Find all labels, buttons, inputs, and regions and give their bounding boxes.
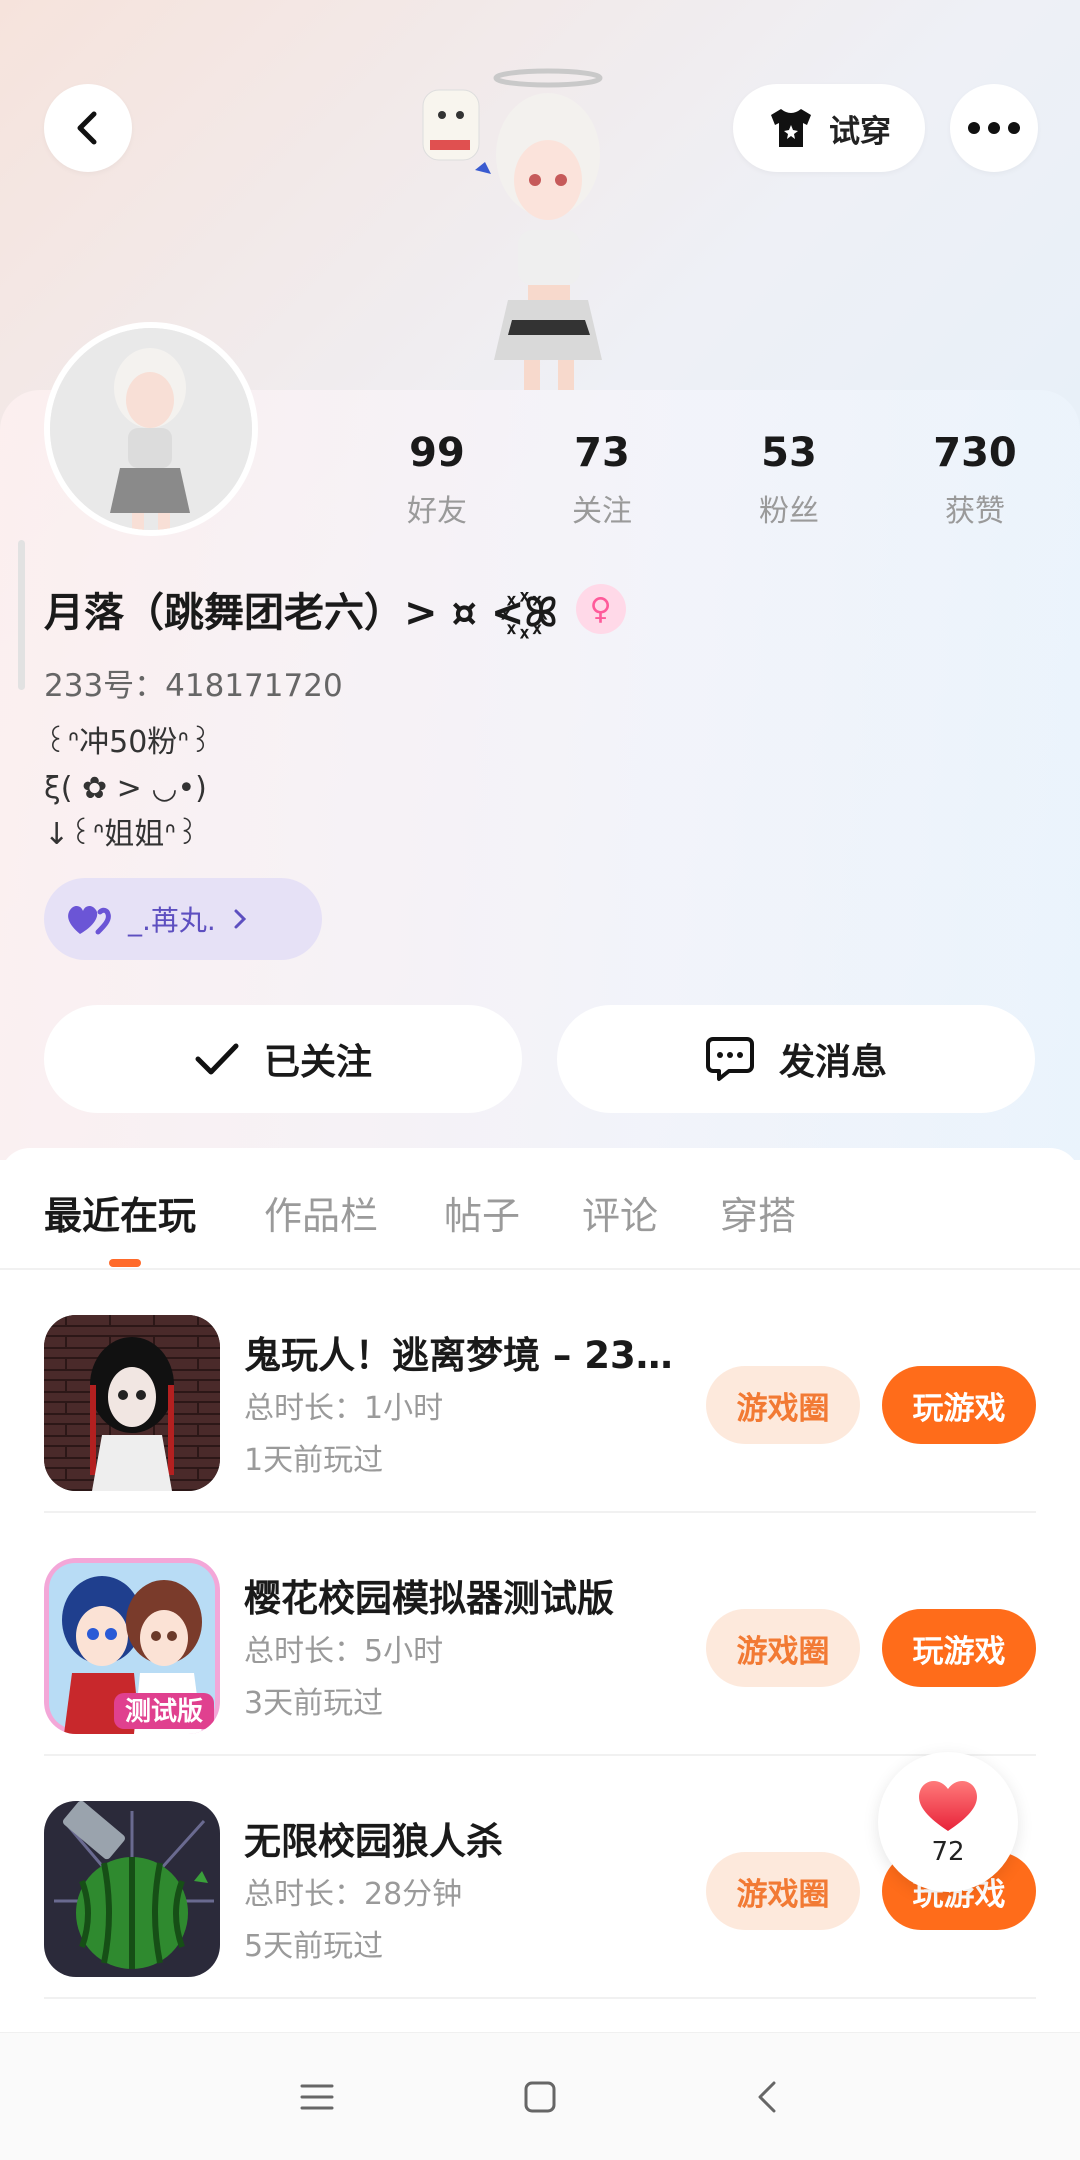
game-circle-button[interactable]: 游戏圈 (706, 1366, 860, 1444)
system-back-button[interactable] (743, 2073, 791, 2121)
tshirt-icon (771, 109, 811, 147)
game-circle-button[interactable]: 游戏圈 (706, 1609, 860, 1687)
floating-like-button[interactable]: 72 (878, 1752, 1018, 1892)
stat-friends[interactable]: 99 好友 (362, 430, 512, 530)
friend-tag-label: _.苒丸. (128, 904, 216, 937)
more-dots-icon (968, 122, 1020, 134)
game-duration: 总时长：5小时 (244, 1634, 444, 1669)
game-last-played: 5天前玩过 (244, 1929, 384, 1964)
heart-icon (919, 1780, 977, 1831)
game-duration: 总时长：28分钟 (244, 1877, 463, 1912)
game-last-played: 1天前玩过 (244, 1443, 384, 1478)
user-id: 233号：418171720 (44, 668, 343, 704)
stat-fans-label: 粉丝 (759, 494, 819, 529)
game-list-item[interactable]: 鬼玩人！逃离梦境 – 233乐园 总时长：1小时 1天前玩过 游戏圈 玩游戏 (0, 1270, 1080, 1513)
scroll-indicator (18, 540, 25, 690)
try-on-label: 试穿 (829, 113, 891, 150)
stat-friends-label: 好友 (407, 494, 467, 529)
nickname: 月落（跳舞团老六）> ¤ <꙰ꕤ (44, 590, 558, 636)
stat-following-label: 关注 (572, 494, 632, 529)
game-title: 无限校园狼人杀 (244, 1820, 503, 1863)
chevron-left-icon (77, 111, 97, 145)
stat-friends-value: 99 (409, 430, 465, 476)
female-gender-icon: ♀ (575, 584, 626, 634)
send-message-button[interactable]: 发消息 (557, 1005, 1035, 1113)
stat-fans[interactable]: 53 粉丝 (714, 430, 864, 530)
avatar[interactable] (44, 322, 258, 536)
try-on-button[interactable]: 试穿 (733, 84, 925, 172)
check-icon (195, 1043, 239, 1075)
stat-likes-label: 获赞 (945, 494, 1005, 529)
game-circle-button[interactable]: 游戏圈 (706, 1852, 860, 1930)
friend-tag[interactable]: _.苒丸. (44, 878, 322, 960)
tab-works[interactable]: 作品栏 (264, 1185, 378, 1240)
nickname-row: 月落（跳舞团老六）> ¤ <꙰ꕤ ♀ (44, 580, 626, 638)
stat-following-value: 73 (574, 430, 630, 476)
game-icon[interactable] (44, 1315, 220, 1491)
stat-likes[interactable]: 730 获赞 (900, 430, 1050, 530)
game-icon[interactable] (44, 1801, 220, 1977)
divider (44, 1997, 1036, 1999)
tab-posts[interactable]: 帖子 (444, 1185, 520, 1240)
home-square-icon (524, 2081, 556, 2113)
home-button[interactable] (516, 2073, 564, 2121)
tab-comments[interactable]: 评论 (582, 1185, 658, 1240)
chevron-left-icon (758, 2081, 776, 2113)
tab-recently-played[interactable]: 最近在玩 (44, 1185, 196, 1240)
like-count: 72 (931, 1837, 965, 1867)
play-game-button[interactable]: 玩游戏 (882, 1609, 1036, 1687)
back-button[interactable] (44, 84, 132, 172)
game-title: 鬼玩人！逃离梦境 – 233乐园 (244, 1334, 684, 1377)
game-last-played: 3天前玩过 (244, 1686, 384, 1721)
game-duration: 总时长：1小时 (244, 1391, 444, 1426)
game-list-item[interactable]: 测试版 樱花校园模拟器测试版 总时长：5小时 3天前玩过 游戏圈 玩游戏 (0, 1513, 1080, 1756)
chat-bubble-icon (705, 1037, 754, 1081)
bio: ꒰ᐢ冲50粉ᐢ꒱ ξ( ✿ > ◡•) ↓꒰ᐢ姐姐ᐢ꒱ (44, 725, 213, 852)
game-icon[interactable]: 测试版 (44, 1558, 220, 1734)
send-message-label: 发消息 (778, 1042, 887, 1083)
active-tab-indicator (109, 1259, 141, 1267)
game-title: 樱花校园模拟器测试版 (244, 1577, 614, 1620)
play-game-button[interactable]: 玩游戏 (882, 1366, 1036, 1444)
stat-fans-value: 53 (761, 430, 817, 476)
menu-icon (300, 2084, 334, 2110)
following-button[interactable]: 已关注 (44, 1005, 522, 1113)
stat-likes-value: 730 (933, 430, 1017, 476)
heart-pair-icon (68, 905, 111, 935)
chevron-right-icon (234, 909, 246, 929)
system-navigation-bar (0, 2032, 1080, 2160)
avatar-3d-figure[interactable] (420, 60, 670, 390)
tab-outfits[interactable]: 穿搭 (720, 1185, 796, 1240)
stat-following[interactable]: 73 关注 (527, 430, 677, 530)
game-icon-badge: 测试版 (125, 1697, 203, 1727)
following-label: 已关注 (263, 1042, 372, 1083)
more-options-button[interactable] (950, 84, 1038, 172)
recent-apps-button[interactable] (293, 2073, 341, 2121)
